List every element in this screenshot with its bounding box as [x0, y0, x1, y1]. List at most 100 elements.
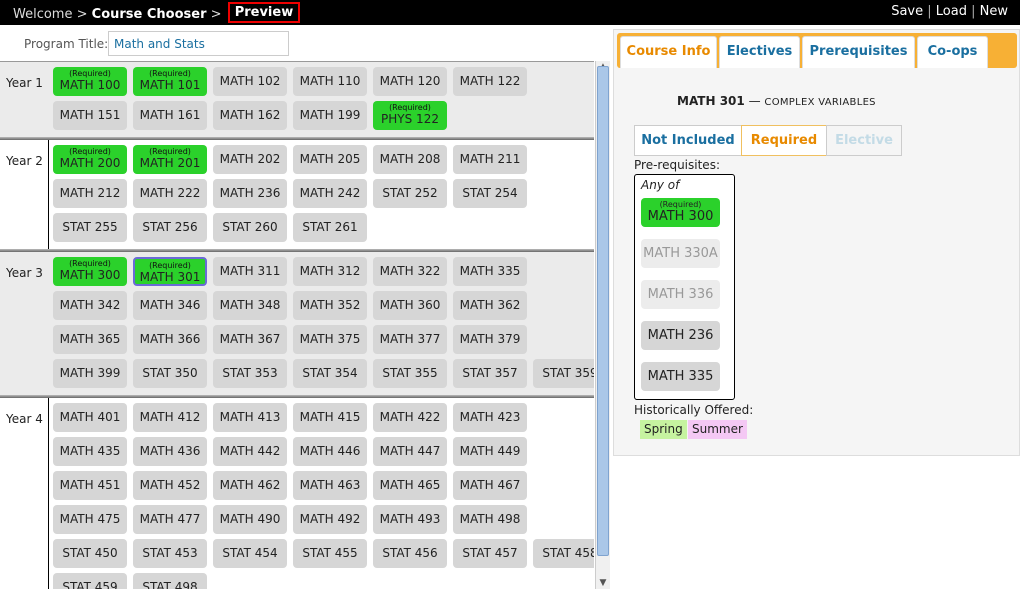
course-math-475[interactable]: MATH 475: [53, 505, 127, 534]
course-math-423[interactable]: MATH 423: [453, 403, 527, 432]
course-math-366[interactable]: MATH 366: [133, 325, 207, 354]
course-math-415[interactable]: MATH 415: [293, 403, 367, 432]
course-stat-359[interactable]: STAT 359: [533, 359, 594, 388]
course-math-322[interactable]: MATH 322: [373, 257, 447, 286]
course-math-346[interactable]: MATH 346: [133, 291, 207, 320]
course-math-467[interactable]: MATH 467: [453, 471, 527, 500]
scroll-down-icon[interactable]: ▼: [596, 577, 610, 589]
course-math-102[interactable]: MATH 102: [213, 67, 287, 96]
course-math-463[interactable]: MATH 463: [293, 471, 367, 500]
course-math-447[interactable]: MATH 447: [373, 437, 447, 466]
course-math-412[interactable]: MATH 412: [133, 403, 207, 432]
course-stat-453[interactable]: STAT 453: [133, 539, 207, 568]
tab-prerequisites[interactable]: Prerequisites: [802, 36, 915, 68]
course-math-122[interactable]: MATH 122: [453, 67, 527, 96]
course-stat-498[interactable]: STAT 498: [133, 573, 207, 589]
course-math-462[interactable]: MATH 462: [213, 471, 287, 500]
course-math-365[interactable]: MATH 365: [53, 325, 127, 354]
course-math-236[interactable]: MATH 236: [213, 179, 287, 208]
course-stat-261[interactable]: STAT 261: [293, 213, 367, 242]
course-math-201[interactable]: (Required) MATH 201: [133, 145, 207, 174]
course-math-300[interactable]: (Required) MATH 300: [53, 257, 127, 286]
course-math-301[interactable]: (Required) MATH 301: [133, 257, 207, 286]
course-math-377[interactable]: MATH 377: [373, 325, 447, 354]
course-stat-459[interactable]: STAT 459: [53, 573, 127, 589]
course-math-335[interactable]: MATH 335: [453, 257, 527, 286]
tab-co-ops[interactable]: Co-ops: [917, 36, 988, 68]
course-math-110[interactable]: MATH 110: [293, 67, 367, 96]
course-math-342[interactable]: MATH 342: [53, 291, 127, 320]
breadcrumb-welcome[interactable]: Welcome: [13, 7, 72, 22]
tab-electives[interactable]: Electives: [719, 36, 800, 68]
course-math-202[interactable]: MATH 202: [213, 145, 287, 174]
new-button[interactable]: New: [980, 4, 1008, 19]
course-stat-254[interactable]: STAT 254: [453, 179, 527, 208]
scroll-thumb[interactable]: [597, 66, 609, 556]
course-math-242[interactable]: MATH 242: [293, 179, 367, 208]
program-title-input[interactable]: [108, 31, 289, 56]
course-math-199[interactable]: MATH 199: [293, 101, 367, 130]
course-math-212[interactable]: MATH 212: [53, 179, 127, 208]
course-math-335[interactable]: MATH 335: [641, 362, 720, 391]
course-math-151[interactable]: MATH 151: [53, 101, 127, 130]
course-math-498[interactable]: MATH 498: [453, 505, 527, 534]
course-math-436[interactable]: MATH 436: [133, 437, 207, 466]
course-stat-256[interactable]: STAT 256: [133, 213, 207, 242]
course-math-401[interactable]: MATH 401: [53, 403, 127, 432]
course-math-442[interactable]: MATH 442: [213, 437, 287, 466]
course-math-492[interactable]: MATH 492: [293, 505, 367, 534]
course-stat-458[interactable]: STAT 458: [533, 539, 594, 568]
course-math-200[interactable]: (Required) MATH 200: [53, 145, 127, 174]
course-stat-450[interactable]: STAT 450: [53, 539, 127, 568]
required-button[interactable]: Required: [741, 125, 827, 156]
course-math-348[interactable]: MATH 348: [213, 291, 287, 320]
course-math-161[interactable]: MATH 161: [133, 101, 207, 130]
grid-scrollbar[interactable]: ▲ ▼: [595, 61, 610, 589]
load-button[interactable]: Load: [936, 4, 967, 19]
course-math-162[interactable]: MATH 162: [213, 101, 287, 130]
breadcrumb-preview[interactable]: Preview: [227, 2, 301, 23]
course-math-413[interactable]: MATH 413: [213, 403, 287, 432]
course-math-330a[interactable]: MATH 330A: [641, 239, 720, 268]
course-math-367[interactable]: MATH 367: [213, 325, 287, 354]
course-math-435[interactable]: MATH 435: [53, 437, 127, 466]
course-math-451[interactable]: MATH 451: [53, 471, 127, 500]
course-stat-354[interactable]: STAT 354: [293, 359, 367, 388]
course-phys-122[interactable]: (Required) PHYS 122: [373, 101, 447, 130]
course-math-208[interactable]: MATH 208: [373, 145, 447, 174]
course-math-222[interactable]: MATH 222: [133, 179, 207, 208]
course-math-362[interactable]: MATH 362: [453, 291, 527, 320]
course-math-449[interactable]: MATH 449: [453, 437, 527, 466]
course-math-120[interactable]: MATH 120: [373, 67, 447, 96]
course-math-336[interactable]: MATH 336: [641, 280, 720, 309]
not-included-button[interactable]: Not Included: [634, 125, 742, 156]
course-stat-455[interactable]: STAT 455: [293, 539, 367, 568]
course-stat-252[interactable]: STAT 252: [373, 179, 447, 208]
course-math-477[interactable]: MATH 477: [133, 505, 207, 534]
course-math-493[interactable]: MATH 493: [373, 505, 447, 534]
course-math-360[interactable]: MATH 360: [373, 291, 447, 320]
course-stat-350[interactable]: STAT 350: [133, 359, 207, 388]
breadcrumb-course-chooser[interactable]: Course Chooser: [92, 7, 207, 22]
elective-button[interactable]: Elective: [826, 125, 902, 156]
course-stat-357[interactable]: STAT 357: [453, 359, 527, 388]
course-math-311[interactable]: MATH 311: [213, 257, 287, 286]
course-stat-355[interactable]: STAT 355: [373, 359, 447, 388]
save-button[interactable]: Save: [891, 4, 923, 19]
course-stat-260[interactable]: STAT 260: [213, 213, 287, 242]
course-math-205[interactable]: MATH 205: [293, 145, 367, 174]
course-math-312[interactable]: MATH 312: [293, 257, 367, 286]
course-math-211[interactable]: MATH 211: [453, 145, 527, 174]
course-stat-454[interactable]: STAT 454: [213, 539, 287, 568]
course-math-446[interactable]: MATH 446: [293, 437, 367, 466]
tab-course-info[interactable]: Course Info: [620, 36, 717, 68]
course-math-422[interactable]: MATH 422: [373, 403, 447, 432]
course-stat-353[interactable]: STAT 353: [213, 359, 287, 388]
course-stat-457[interactable]: STAT 457: [453, 539, 527, 568]
course-math-452[interactable]: MATH 452: [133, 471, 207, 500]
course-math-399[interactable]: MATH 399: [53, 359, 127, 388]
course-math-101[interactable]: (Required) MATH 101: [133, 67, 207, 96]
course-stat-456[interactable]: STAT 456: [373, 539, 447, 568]
course-math-100[interactable]: (Required) MATH 100: [53, 67, 127, 96]
course-math-236[interactable]: MATH 236: [641, 321, 720, 350]
